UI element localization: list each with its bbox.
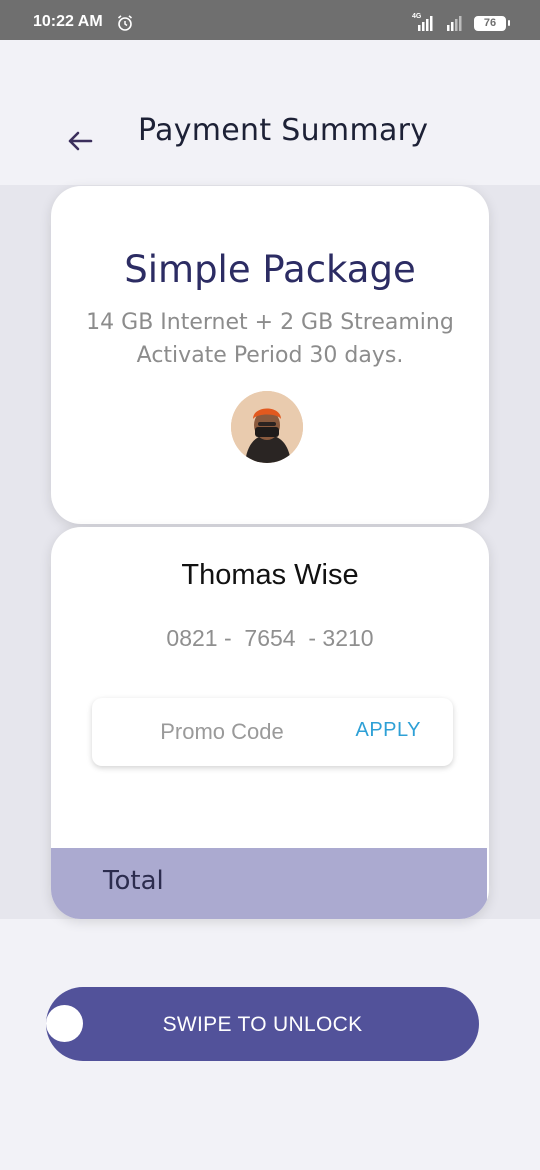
promo-code-input[interactable]: [112, 712, 332, 752]
details-card: Thomas Wise 0821 - 7654 - 3210 APPLY Tot…: [51, 527, 489, 919]
back-arrow-icon[interactable]: [62, 125, 98, 157]
package-description-line2: Activate Period 30 days.: [136, 343, 404, 368]
user-name: Thomas Wise: [181, 559, 359, 591]
signal-icon-secondary: [447, 16, 462, 31]
package-description: 14 GB Internet + 2 GB Streaming Activate…: [51, 306, 489, 372]
status-bar: 10:22 AM 4G 76: [0, 0, 540, 40]
swipe-handle[interactable]: [46, 1005, 83, 1042]
total-label: Total: [103, 866, 164, 896]
avatar-image: [231, 391, 303, 463]
phone-number: 0821 - 7654 - 3210: [166, 625, 374, 651]
swipe-label: SWIPE TO UNLOCK: [162, 1013, 363, 1036]
status-time: 10:22 AM: [33, 13, 103, 30]
avatar: [231, 391, 303, 463]
swipe-to-unlock-track[interactable]: SWIPE TO UNLOCK: [46, 987, 479, 1061]
signal-icon: [418, 16, 433, 31]
package-card: Simple Package 14 GB Internet + 2 GB Str…: [51, 186, 489, 524]
apply-button[interactable]: APPLY: [356, 719, 422, 742]
battery-icon: 76: [474, 16, 510, 31]
page-title: Payment Summary: [138, 113, 429, 148]
total-bar: Total: [51, 848, 487, 919]
promo-code-box: APPLY: [92, 698, 453, 766]
package-description-line1: 14 GB Internet + 2 GB Streaming: [86, 310, 454, 335]
alarm-icon: [117, 15, 133, 31]
package-title: Simple Package: [124, 248, 416, 291]
